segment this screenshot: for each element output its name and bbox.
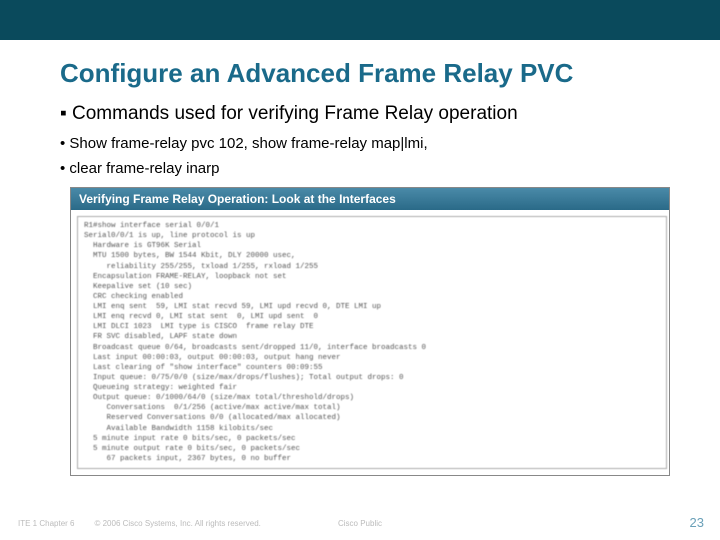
cli-screenshot-header: Verifying Frame Relay Operation: Look at…	[71, 188, 669, 210]
bullet-sub-2: clear frame-relay inarp	[60, 160, 720, 177]
top-accent-bar	[0, 0, 720, 40]
footer: ITE 1 Chapter 6 © 2006 Cisco Systems, In…	[18, 519, 702, 528]
cli-screenshot: Verifying Frame Relay Operation: Look at…	[70, 187, 670, 476]
footer-chapter: ITE 1 Chapter 6	[18, 519, 74, 528]
cli-screenshot-body: R1#show interface serial 0/0/1 Serial0/0…	[71, 210, 669, 475]
footer-center: Cisco Public	[338, 519, 382, 528]
page-number: 23	[690, 515, 704, 530]
bullet-main: Commands used for verifying Frame Relay …	[60, 103, 720, 125]
slide-title: Configure an Advanced Frame Relay PVC	[60, 58, 720, 89]
footer-copyright: © 2006 Cisco Systems, Inc. All rights re…	[94, 519, 260, 528]
bullet-sub-1: Show frame-relay pvc 102, show frame-rel…	[60, 135, 720, 152]
slide-content: Configure an Advanced Frame Relay PVC Co…	[0, 40, 720, 540]
cli-output: R1#show interface serial 0/0/1 Serial0/0…	[77, 216, 667, 469]
